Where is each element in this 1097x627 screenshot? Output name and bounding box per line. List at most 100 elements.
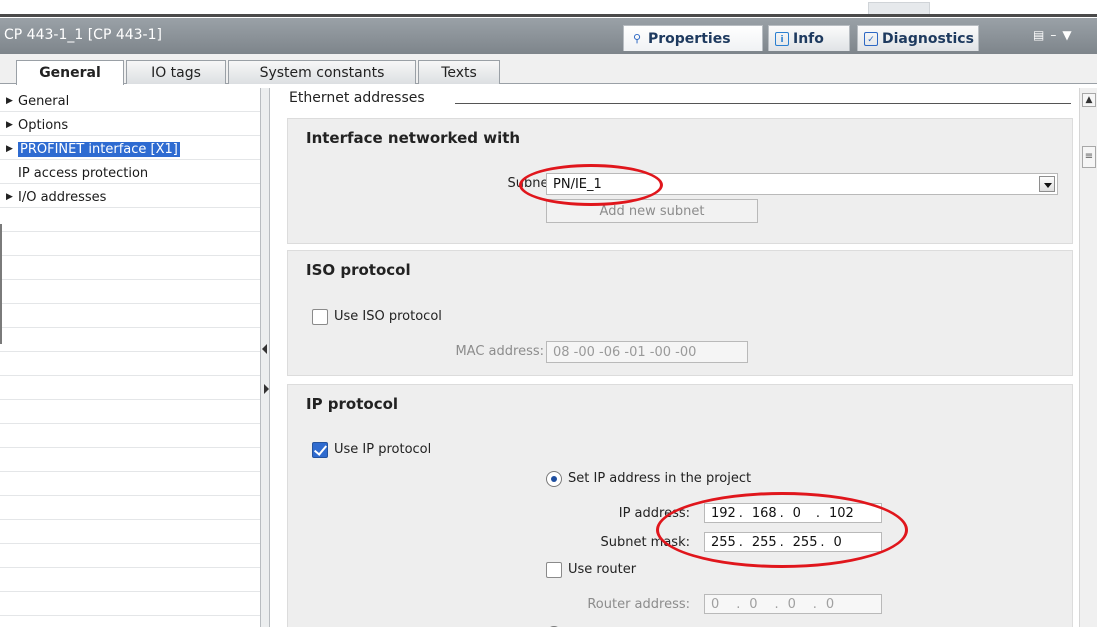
add-new-subnet-button[interactable]: Add new subnet <box>546 199 758 223</box>
section-divider <box>455 103 1071 104</box>
subnet-mask-field[interactable]: 255. 255. 255. 0 <box>704 532 882 552</box>
octet-separator: . <box>779 505 784 521</box>
subtab-system-constants-label: System constants <box>259 64 385 81</box>
tree-item-label: General <box>18 93 70 109</box>
window-title: CP 443-1_1 [CP 443-1] <box>4 27 162 43</box>
dropdown-arrow-icon[interactable] <box>1039 176 1055 192</box>
window-top-border <box>0 14 1097 17</box>
ip-octet-2: 168 <box>751 505 777 521</box>
collapse-left-icon[interactable] <box>262 344 267 354</box>
scroll-thumb[interactable]: ≡ <box>1082 146 1096 168</box>
float-window-icon[interactable]: ▤ <box>1033 28 1044 46</box>
tree-row <box>0 424 260 448</box>
mask-octet-3: 255 <box>792 534 818 550</box>
use-iso-protocol-checkbox[interactable] <box>312 309 328 325</box>
router-octet-2: 0 <box>749 596 758 612</box>
ip-address-field[interactable]: 192. 168. 0. 102 <box>704 503 882 523</box>
group-title: Interface networked with <box>306 129 521 147</box>
tree-item-general[interactable]: ▶ General <box>6 92 69 110</box>
tree-item-ip-access-protection[interactable]: IP access protection <box>18 164 148 182</box>
router-address-label: Router address: <box>587 597 690 612</box>
tab-info[interactable]: i Info <box>768 25 850 51</box>
router-address-field: 0. 0. 0. 0 <box>704 594 882 614</box>
tree-row <box>0 568 260 592</box>
tree-item-profinet-interface[interactable]: ▶ PROFINET interface [X1] <box>6 140 180 158</box>
tree-item-label: PROFINET interface [X1] <box>18 141 180 157</box>
window-controls: ▤ – ▼ <box>1033 28 1097 46</box>
tree-row <box>0 304 260 328</box>
group-iso-protocol: ISO protocol Use ISO protocol MAC addres… <box>287 250 1073 376</box>
expand-right-icon[interactable] <box>264 384 269 394</box>
ip-octet-4: 102 <box>828 505 854 521</box>
pane-splitter[interactable] <box>260 88 270 627</box>
tree-row <box>0 448 260 472</box>
ip-address-label: IP address: <box>618 506 690 521</box>
tree-row <box>0 352 260 376</box>
mask-octet-4: 0 <box>833 534 842 550</box>
set-ip-in-project-radio[interactable] <box>546 471 562 487</box>
section-heading: Ethernet addresses <box>289 90 425 106</box>
subtab-io-tags[interactable]: IO tags <box>126 60 226 84</box>
tree-item-options[interactable]: ▶ Options <box>6 116 68 134</box>
use-ip-protocol-label: Use IP protocol <box>334 442 432 457</box>
tree-item-io-addresses[interactable]: ▶ I/O addresses <box>6 188 106 206</box>
subtab-general[interactable]: General <box>16 60 124 85</box>
expand-arrow-icon[interactable]: ▶ <box>6 120 18 130</box>
subtab-system-constants[interactable]: System constants <box>228 60 416 84</box>
info-icon: i <box>775 31 789 46</box>
tab-diagnostics[interactable]: ✓ Diagnostics <box>857 25 979 51</box>
subtab-texts[interactable]: Texts <box>418 60 500 84</box>
expand-arrow-icon[interactable]: ▶ <box>6 144 18 154</box>
ip-octet-1: 192 <box>711 505 736 521</box>
tree-row <box>0 328 260 352</box>
mask-octet-1: 255 <box>711 534 736 550</box>
tree-item-label: IP access protection <box>18 165 149 181</box>
properties-content: Ethernet addresses Interface networked w… <box>271 88 1079 627</box>
group-title: IP protocol <box>306 395 399 413</box>
subnet-select-value: PN/IE_1 <box>553 176 602 192</box>
octet-separator: . <box>815 505 820 521</box>
ip-octet-3: 0 <box>792 505 801 521</box>
expand-arrow-icon[interactable]: ▶ <box>6 96 18 106</box>
tree-row <box>0 400 260 424</box>
group-title: ISO protocol <box>306 261 411 279</box>
group-interface-networked: Interface networked with Subnet: PN/IE_1… <box>287 118 1073 244</box>
tree-row <box>0 256 260 280</box>
properties-tab-row: General IO tags System constants Texts <box>0 54 1097 85</box>
tree-item-label: Options <box>18 117 69 133</box>
tree-item-label: I/O addresses <box>18 189 107 205</box>
mask-octet-2: 255 <box>751 534 777 550</box>
tab-info-label: Info <box>793 30 824 47</box>
add-new-subnet-label: Add new subnet <box>599 203 705 219</box>
octet-separator: . <box>738 534 743 550</box>
mac-address-label: MAC address: <box>455 344 544 359</box>
use-router-label: Use router <box>568 562 637 577</box>
properties-icon: ⚲ <box>632 31 642 45</box>
use-iso-protocol-label: Use ISO protocol <box>334 309 442 324</box>
group-ip-protocol: IP protocol Use IP protocol Set IP addre… <box>287 384 1073 627</box>
tab-properties[interactable]: ⚲ Properties <box>623 25 763 51</box>
tree-row <box>0 544 260 568</box>
minimize-icon[interactable]: – <box>1050 28 1056 46</box>
navigation-tree: ▶ General ▶ Options ▶ PROFINET interface… <box>0 88 260 627</box>
tab-diagnostics-label: Diagnostics <box>882 30 974 47</box>
inspector-titlebar: CP 443-1_1 [CP 443-1] ⚲ Properties i Inf… <box>0 18 1097 54</box>
scroll-up-icon[interactable]: ▲ <box>1082 93 1096 107</box>
tab-properties-label: Properties <box>648 30 731 47</box>
left-edge-marker <box>0 224 4 344</box>
use-ip-protocol-checkbox[interactable] <box>312 442 328 458</box>
expand-arrow-icon[interactable]: ▶ <box>6 192 18 202</box>
chevron-down-icon[interactable]: ▼ <box>1062 28 1071 46</box>
use-router-checkbox[interactable] <box>546 562 562 578</box>
tree-row <box>0 376 260 400</box>
tree-row <box>0 592 260 616</box>
tree-row <box>0 208 260 232</box>
vertical-scrollbar[interactable]: ▲ ≡ <box>1079 88 1097 627</box>
octet-separator: . <box>738 505 743 521</box>
subnet-select[interactable]: PN/IE_1 <box>546 173 1058 195</box>
router-octet-4: 0 <box>825 596 835 612</box>
mac-address-value: 08 -00 -06 -01 -00 -00 <box>553 344 697 360</box>
subtab-texts-label: Texts <box>441 64 477 81</box>
set-ip-in-project-label: Set IP address in the project <box>568 471 752 486</box>
diagnostics-icon: ✓ <box>864 31 878 46</box>
